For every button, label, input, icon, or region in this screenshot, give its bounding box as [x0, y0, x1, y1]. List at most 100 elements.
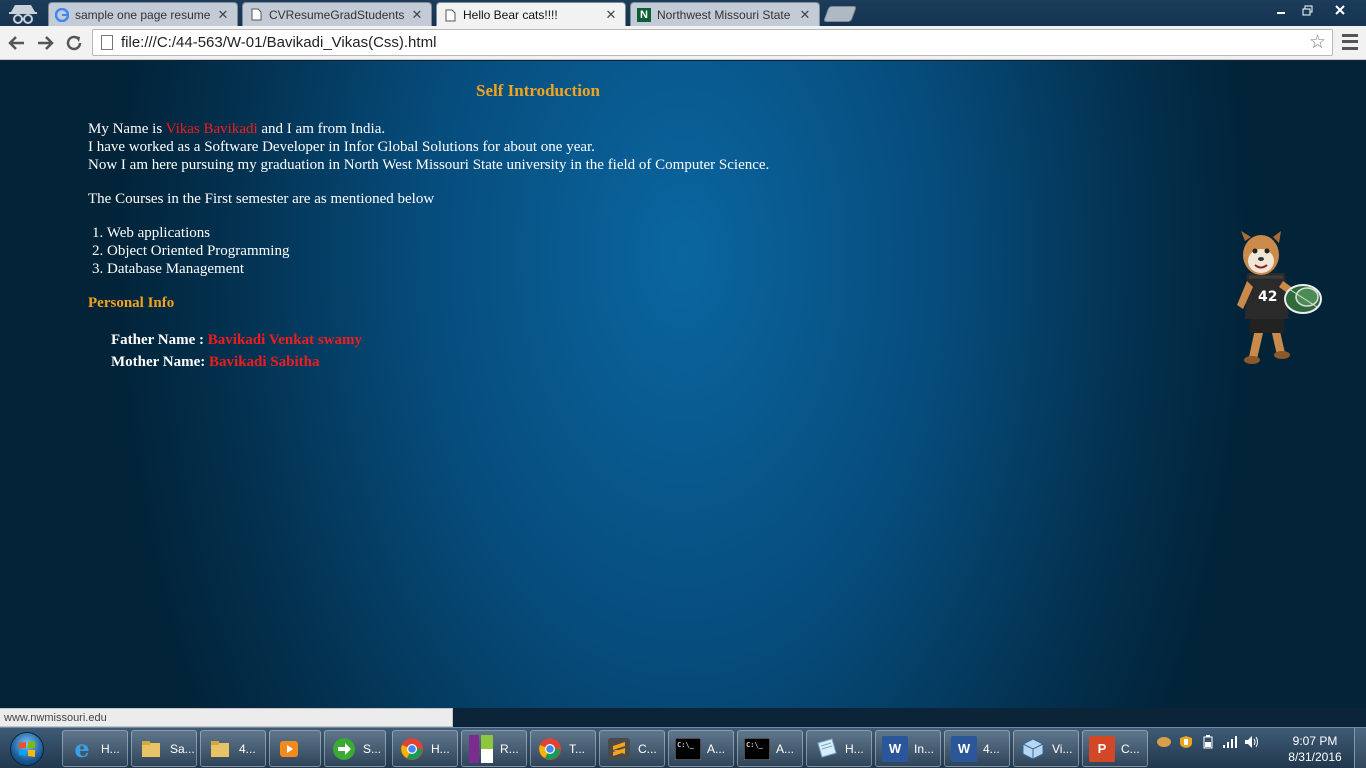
sublime-text-icon [606, 736, 632, 762]
taskbar-item-command-prompt[interactable]: C:\_ A... [668, 730, 734, 767]
system-tray [1156, 734, 1260, 750]
battery-icon[interactable] [1200, 734, 1216, 750]
virtualbox-icon [1020, 736, 1046, 762]
incognito-icon [9, 5, 37, 24]
personal-info-heading: Personal Info [88, 295, 175, 311]
taskbar-item-label: C... [638, 741, 657, 756]
taskbar-item-powerpoint[interactable]: P C... [1082, 730, 1148, 767]
mother-name-label: Mother Name [111, 354, 201, 370]
onenote-icon [468, 734, 494, 763]
status-bubble: www.nwmissouri.edu [0, 708, 453, 727]
taskbar-item-virtualbox[interactable]: Vi... [1013, 730, 1079, 767]
folder-icon [207, 736, 233, 762]
arrow-app-icon [331, 736, 357, 762]
taskbar-item-label: 4... [239, 741, 256, 756]
taskbar-item-label: R... [500, 741, 519, 756]
windows-logo-icon [10, 732, 44, 766]
restore-button[interactable] [1294, 0, 1320, 20]
command-prompt-icon: C:\_ [675, 736, 701, 762]
taskbar-item-command-prompt[interactable]: C:\_ A... [737, 730, 803, 767]
show-desktop-button[interactable] [1354, 728, 1366, 768]
back-button[interactable] [5, 31, 29, 55]
course-name: Web applications [106, 225, 211, 241]
taskbar-item-label: In... [914, 741, 935, 756]
taskbar-item-chrome[interactable]: H... [392, 730, 458, 767]
taskbar-item-word[interactable]: W In... [875, 730, 941, 767]
taskbar-item-label: 4... [983, 741, 1000, 756]
tab-sample-resume[interactable]: sample one page resume ✕ [48, 2, 238, 26]
tab-cv-resume[interactable]: CVResumeGradStudents ✕ [242, 2, 432, 26]
father-name-value: Bavikadi Venkat swamy [207, 332, 362, 348]
start-button[interactable] [4, 730, 50, 768]
taskbar-item-sublime-text[interactable]: C... [599, 730, 665, 767]
taskbar-item-label: C... [1121, 741, 1140, 756]
svg-text:C:\_: C:\_ [746, 741, 764, 749]
close-icon[interactable]: ✕ [409, 7, 425, 23]
taskbar-clock[interactable]: 9:07 PM 8/31/2016 [1282, 733, 1348, 765]
intro-line-3: Now I am here pursuing my graduation in … [88, 157, 770, 173]
reload-icon [66, 35, 82, 51]
volume-icon[interactable] [1244, 734, 1260, 750]
course-item: 1. Web applications [92, 224, 289, 242]
tab-northwest-missouri[interactable]: N Northwest Missouri State ✕ [630, 2, 820, 26]
back-arrow-icon [8, 36, 24, 50]
chrome-menu-button[interactable] [1342, 32, 1358, 52]
taskbar-item-onenote[interactable]: R... [461, 730, 527, 767]
taskbar-item-internet-explorer[interactable]: e H... [62, 730, 128, 767]
taskbar-item-media-player[interactable] [269, 730, 321, 767]
course-number: 3. [92, 261, 104, 277]
network-globe-icon[interactable] [1156, 734, 1172, 750]
signal-icon[interactable] [1222, 734, 1238, 750]
internet-explorer-icon: e [74, 734, 90, 763]
label-separator: : [195, 332, 208, 348]
window-close-button[interactable] [1322, 0, 1358, 20]
bearcat-mascot-image: 42 [1237, 231, 1322, 364]
reload-button[interactable] [62, 31, 86, 55]
bookmark-star-icon[interactable]: ☆ [1309, 31, 1326, 54]
google-icon [55, 7, 69, 22]
svg-text:C:\_: C:\_ [677, 741, 695, 749]
taskbar-item-folder[interactable]: Sa... [131, 730, 197, 767]
taskbar-item-label: Sa... [170, 741, 195, 756]
shield-icon[interactable] [1178, 734, 1194, 750]
forward-button[interactable] [33, 31, 57, 55]
page-icon [101, 35, 113, 50]
intro-prefix: My Name is [88, 121, 166, 137]
clock-date: 8/31/2016 [1288, 750, 1342, 764]
courses-list: 1. Web applications 2. Object Oriented P… [92, 224, 289, 278]
father-name-row: Father Name : Bavikadi Venkat swamy [111, 331, 362, 349]
intro-line-2: I have worked as a Software Developer in… [88, 139, 595, 155]
taskbar-item-arrow-app[interactable]: S... [324, 730, 386, 767]
notepad-icon [813, 736, 839, 762]
taskbar-item-folder[interactable]: 4... [200, 730, 266, 767]
tab-title: Hello Bear cats!!!! [463, 8, 558, 22]
course-name: Database Management [107, 261, 245, 277]
new-tab-button[interactable] [823, 6, 857, 22]
intro-suffix: and I am from India. [257, 121, 386, 137]
taskbar-item-word[interactable]: W 4... [944, 730, 1010, 767]
close-icon[interactable]: ✕ [603, 7, 619, 23]
taskbar-item-label: H... [101, 741, 120, 756]
folder-icon [138, 736, 164, 762]
media-player-icon [276, 736, 302, 762]
minimize-button[interactable] [1268, 0, 1294, 20]
taskbar-item-chrome[interactable]: T... [530, 730, 596, 767]
browser-toolbar: file:///C:/44-563/W-01/Bavikadi_Vikas(Cs… [0, 26, 1366, 60]
course-item: 3. Database Management [92, 260, 289, 278]
mother-name-row: Mother Name: Bavikadi Sabitha [111, 353, 320, 371]
close-icon[interactable]: ✕ [215, 7, 231, 23]
student-name: Vikas Bavikadi [165, 121, 258, 137]
courses-intro: The Courses in the First semester are as… [88, 191, 435, 207]
taskbar-item-label: Vi... [1052, 741, 1073, 756]
mascot-jersey-number: 42 [1258, 289, 1277, 305]
tab-title: sample one page resume [75, 7, 211, 22]
taskbar-item-label: H... [845, 741, 864, 756]
father-name-label: Father Name [111, 332, 196, 348]
address-bar[interactable]: file:///C:/44-563/W-01/Bavikadi_Vikas(Cs… [92, 29, 1333, 56]
course-number: 1. [92, 225, 104, 241]
command-prompt-icon: C:\_ [744, 736, 770, 762]
course-item: 2. Object Oriented Programming [92, 242, 289, 260]
tab-hello-bear-cats[interactable]: Hello Bear cats!!!! ✕ [436, 2, 626, 27]
taskbar-item-notepad[interactable]: H... [806, 730, 872, 767]
close-icon[interactable]: ✕ [797, 7, 813, 23]
